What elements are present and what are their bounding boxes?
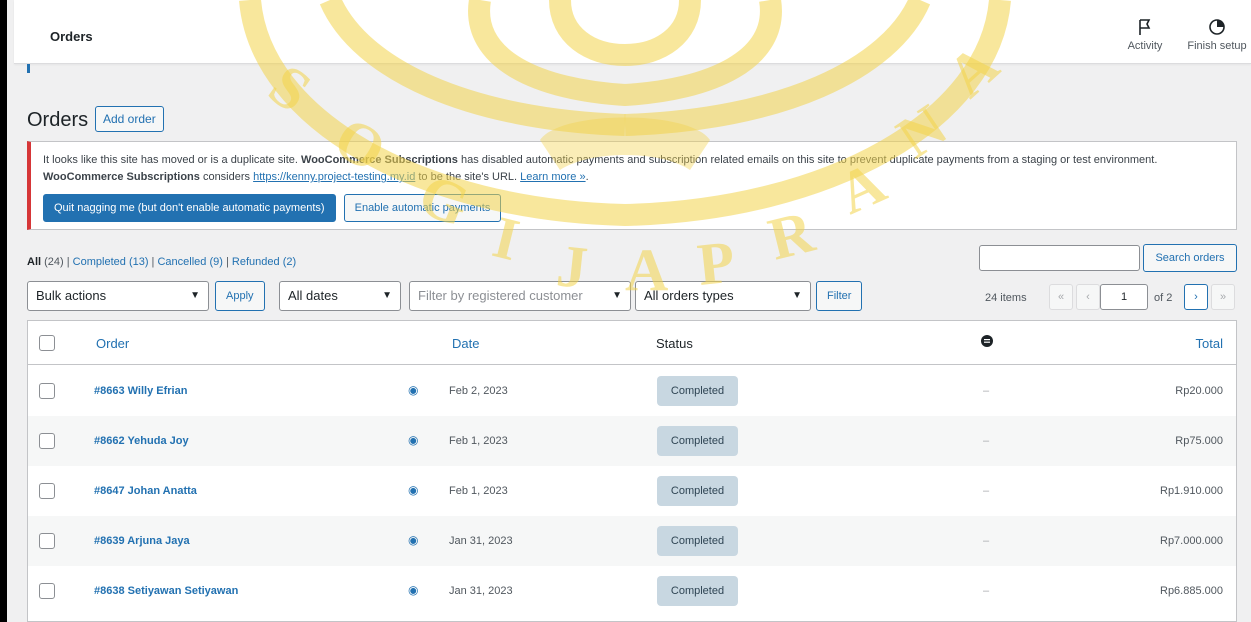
status-column-header: Status	[656, 336, 693, 351]
status-badge: Completed	[657, 526, 738, 556]
duplicate-site-notice: It looks like this site has moved or is …	[27, 141, 1237, 230]
order-total: Rp7.000.000	[1160, 535, 1223, 547]
origin-value: –	[983, 585, 990, 597]
order-link[interactable]: #8639 Arjuna Jaya	[94, 535, 190, 547]
bulk-actions-select[interactable]: Bulk actions ▼	[27, 281, 209, 311]
origin-value: –	[983, 485, 990, 497]
select-all-checkbox[interactable]	[39, 335, 55, 351]
prev-page-button[interactable]: ‹	[1076, 284, 1100, 310]
order-link[interactable]: #8647 Johan Anatta	[94, 485, 197, 497]
order-date: Feb 1, 2023	[449, 435, 508, 447]
table-header: Order Date Status Total	[28, 321, 1236, 365]
finish-setup-label: Finish setup	[1187, 40, 1247, 52]
learn-more-link[interactable]: Learn more »	[520, 171, 585, 183]
last-page-button[interactable]: »	[1211, 284, 1235, 310]
chevron-down-icon: ▼	[612, 290, 622, 301]
chevron-down-icon: ▼	[792, 290, 802, 301]
admin-frame: Orders Activity Finish setup Orders Add …	[0, 0, 1251, 622]
customer-filter-select[interactable]: Filter by registered customer ▼	[409, 281, 631, 311]
notice-edge-mark	[27, 64, 30, 73]
status-badge: Completed	[657, 476, 738, 506]
table-row[interactable]: #8662 Yehuda Joy ◉ Feb 1, 2023 Completed…	[28, 416, 1236, 466]
row-checkbox[interactable]	[39, 483, 55, 499]
status-badge: Completed	[657, 576, 738, 606]
comment-icon	[980, 334, 994, 351]
order-total: Rp1.910.000	[1160, 485, 1223, 497]
filter-cancelled[interactable]: Cancelled (9)	[157, 256, 222, 268]
order-link[interactable]: #8663 Willy Efrian	[94, 385, 187, 397]
notice-text: It looks like this site has moved or is …	[43, 154, 1158, 183]
order-date: Jan 31, 2023	[449, 535, 513, 547]
flag-icon	[1115, 18, 1175, 36]
eye-icon[interactable]: ◉	[408, 433, 418, 447]
progress-circle-icon	[1187, 18, 1247, 36]
order-total: Rp20.000	[1175, 385, 1223, 397]
date-column-header[interactable]: Date	[452, 336, 479, 351]
order-link[interactable]: #8662 Yehuda Joy	[94, 435, 189, 447]
row-checkbox[interactable]	[39, 433, 55, 449]
status-badge: Completed	[657, 376, 738, 406]
order-link[interactable]: #8638 Setiyawan Setiyawan	[94, 585, 238, 597]
total-column-header[interactable]: Total	[1196, 336, 1223, 351]
quit-nagging-button[interactable]: Quit nagging me (but don't enable automa…	[43, 194, 336, 222]
chevron-down-icon: ▼	[382, 290, 392, 301]
status-filter-nav: All (24) | Completed (13) | Cancelled (9…	[27, 256, 297, 268]
eye-icon[interactable]: ◉	[408, 483, 418, 497]
orders-table: Order Date Status Total #8663 Willy Efri…	[27, 320, 1237, 622]
eye-icon[interactable]: ◉	[408, 383, 418, 397]
notice-buttons: Quit nagging me (but don't enable automa…	[43, 194, 502, 222]
activity-label: Activity	[1127, 40, 1163, 52]
search-orders-button[interactable]: Search orders	[1143, 244, 1237, 272]
origin-value: –	[983, 535, 990, 547]
search-input[interactable]	[979, 245, 1140, 271]
order-types-select[interactable]: All orders types ▼	[635, 281, 811, 311]
row-checkbox[interactable]	[39, 383, 55, 399]
table-row[interactable]: #8647 Johan Anatta ◉ Feb 1, 2023 Complet…	[28, 466, 1236, 516]
order-date: Feb 2, 2023	[449, 385, 508, 397]
order-total: Rp6.885.000	[1160, 585, 1223, 597]
order-column-header[interactable]: Order	[96, 336, 129, 351]
row-checkbox[interactable]	[39, 583, 55, 599]
origin-value: –	[983, 435, 990, 447]
page-title: Orders	[27, 109, 89, 131]
filter-button[interactable]: Filter	[816, 281, 863, 311]
table-row[interactable]: #8638 Setiyawan Setiyawan ◉ Jan 31, 2023…	[28, 566, 1236, 616]
activity-button[interactable]: Activity	[1115, 18, 1175, 52]
chevron-down-icon: ▼	[190, 290, 200, 301]
order-date: Jan 31, 2023	[449, 585, 513, 597]
eye-icon[interactable]: ◉	[408, 583, 418, 597]
origin-value: –	[983, 385, 990, 397]
filter-refunded[interactable]: Refunded (2)	[232, 256, 296, 268]
eye-icon[interactable]: ◉	[408, 533, 418, 547]
site-url-link[interactable]: https://kenny.project-testing.my.id	[253, 171, 415, 183]
first-page-button[interactable]: «	[1049, 284, 1073, 310]
dates-select[interactable]: All dates ▼	[279, 281, 401, 311]
filter-completed[interactable]: Completed (13)	[73, 256, 149, 268]
order-date: Feb 1, 2023	[449, 485, 508, 497]
current-page-input[interactable]: 1	[1100, 284, 1148, 310]
topbar-title: Orders	[50, 29, 93, 44]
next-page-button[interactable]: ›	[1184, 284, 1208, 310]
finish-setup-button[interactable]: Finish setup	[1187, 18, 1247, 52]
table-row[interactable]: #8663 Willy Efrian ◉ Feb 2, 2023 Complet…	[28, 366, 1236, 416]
total-pages: of 2	[1154, 292, 1173, 304]
table-row[interactable]: #8639 Arjuna Jaya ◉ Jan 31, 2023 Complet…	[28, 516, 1236, 566]
apply-button[interactable]: Apply	[215, 281, 265, 311]
filter-all[interactable]: All (24)	[27, 256, 64, 268]
order-total: Rp75.000	[1175, 435, 1223, 447]
enable-payments-button[interactable]: Enable automatic payments	[343, 194, 502, 222]
items-count: 24 items	[985, 292, 1027, 304]
status-badge: Completed	[657, 426, 738, 456]
add-order-button[interactable]: Add order	[95, 106, 164, 132]
top-bar: Orders Activity Finish setup	[14, 0, 1251, 64]
row-checkbox[interactable]	[39, 533, 55, 549]
